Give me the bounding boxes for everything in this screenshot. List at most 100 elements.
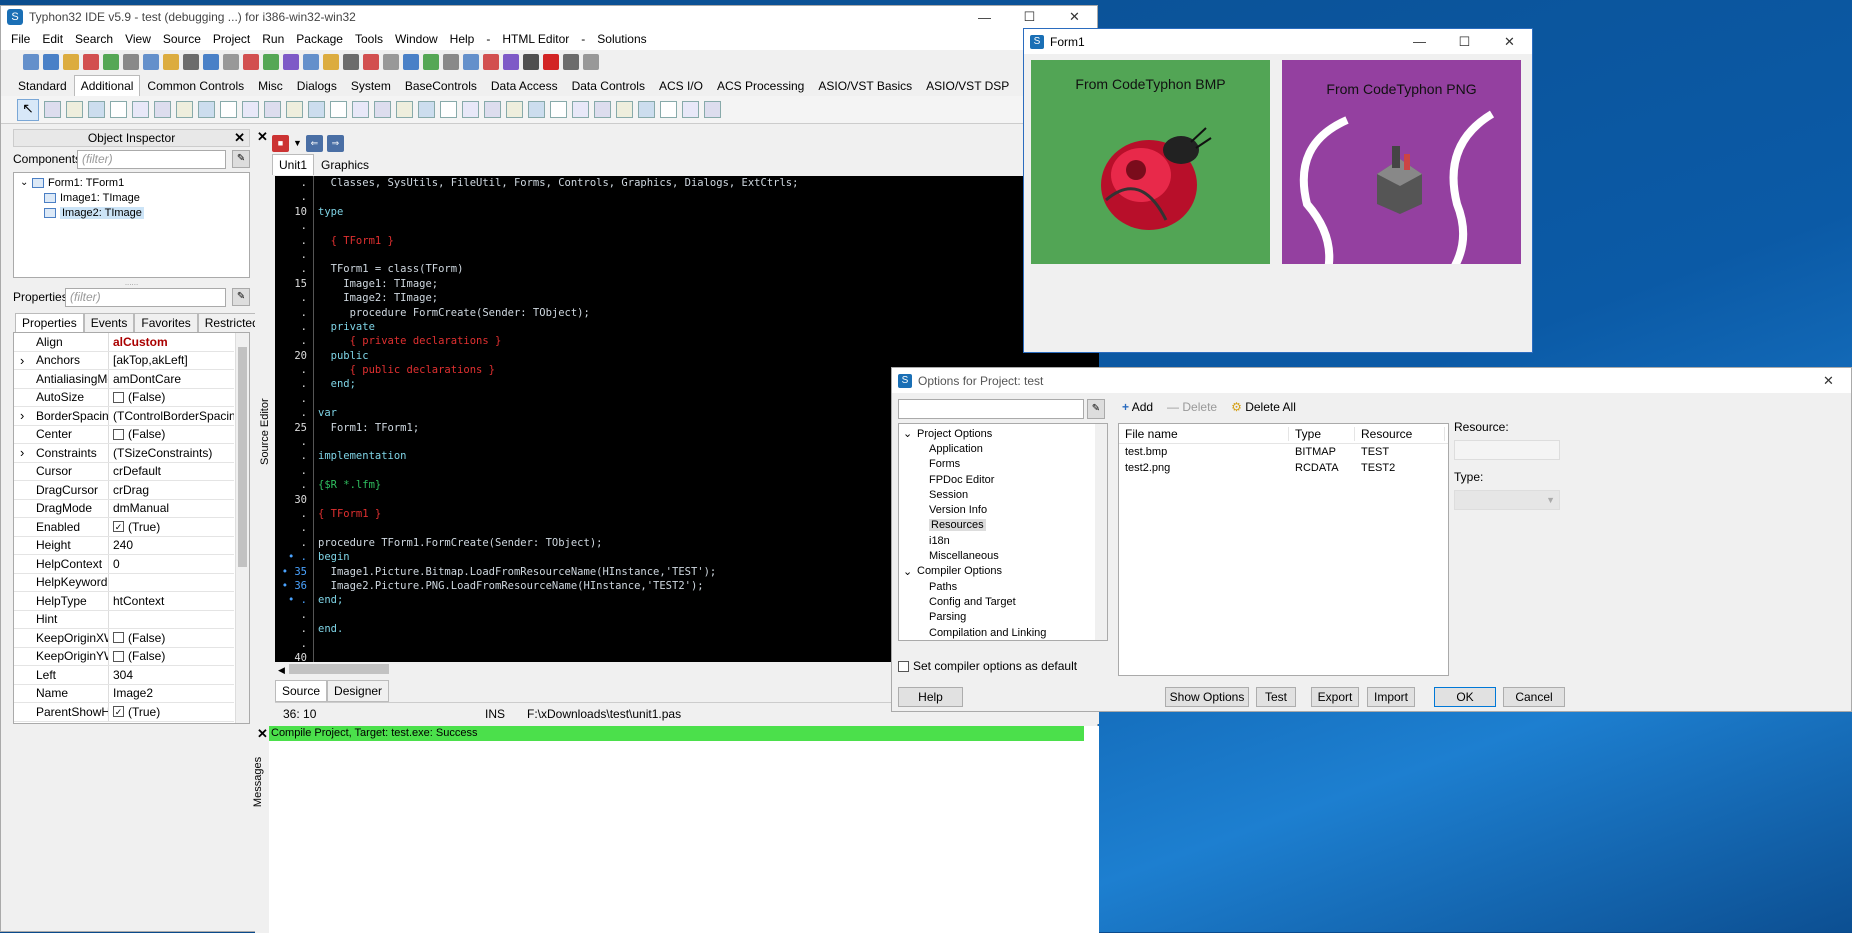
line-text[interactable]: type: [313, 204, 343, 220]
component-icon-27[interactable]: [638, 101, 655, 118]
type-select[interactable]: ▼: [1454, 490, 1560, 510]
toolbar-icon-12[interactable]: [263, 54, 279, 70]
chevron-right-icon[interactable]: ›: [20, 445, 24, 460]
palette-tab-4[interactable]: Dialogs: [290, 75, 344, 96]
property-value[interactable]: (TSizeConstraints): [109, 446, 234, 460]
menu-0[interactable]: File: [5, 32, 36, 46]
property-value[interactable]: ✓ (True): [109, 520, 234, 534]
options-item[interactable]: Compilation and Linking: [899, 625, 1107, 640]
line-text[interactable]: [313, 190, 318, 205]
property-row[interactable]: HelpKeyword: [14, 573, 234, 592]
minimize-button[interactable]: —: [1397, 31, 1442, 53]
line-text[interactable]: { private declarations }: [313, 334, 501, 349]
toolbar-icon-8[interactable]: [183, 54, 199, 70]
property-value[interactable]: Image2: [109, 686, 234, 700]
palette-tab-6[interactable]: BaseControls: [398, 75, 484, 96]
toolbar-icon-18[interactable]: [383, 54, 399, 70]
options-item[interactable]: Config and Target: [899, 594, 1107, 609]
line-text[interactable]: [313, 636, 318, 651]
component-icon-29[interactable]: [682, 101, 699, 118]
component-icon-15[interactable]: [374, 101, 391, 118]
toolbar-icon-15[interactable]: [323, 54, 339, 70]
toolbar-icon-9[interactable]: [203, 54, 219, 70]
property-value[interactable]: (False): [109, 390, 234, 404]
property-row[interactable]: Left 304: [14, 666, 234, 685]
line-text[interactable]: TForm1 = class(TForm): [313, 262, 463, 277]
component-icon-0[interactable]: [44, 101, 61, 118]
line-text[interactable]: var: [313, 406, 337, 421]
property-value[interactable]: ✓ (True): [109, 705, 234, 719]
filter-clear-icon[interactable]: ✎: [232, 288, 250, 306]
line-text[interactable]: {$R *.lfm}: [313, 478, 381, 493]
toolbar-icon-28[interactable]: [583, 54, 599, 70]
toolbar-icon-21[interactable]: [443, 54, 459, 70]
component-icon-24[interactable]: [572, 101, 589, 118]
set-default-checkbox[interactable]: [898, 660, 909, 672]
component-icon-26[interactable]: [616, 101, 633, 118]
property-row[interactable]: Name Image2: [14, 684, 234, 703]
test-button[interactable]: Test: [1256, 687, 1296, 707]
component-icon-28[interactable]: [660, 101, 677, 118]
checkbox[interactable]: ✓: [113, 521, 124, 533]
line-text[interactable]: [313, 650, 318, 662]
property-value[interactable]: alCustom: [109, 335, 234, 349]
property-value[interactable]: (False): [109, 631, 234, 645]
line-text[interactable]: [313, 607, 318, 623]
property-value[interactable]: htContext: [109, 594, 234, 608]
toolbar-icon-16[interactable]: [343, 54, 359, 70]
checkbox[interactable]: [113, 391, 124, 403]
tree-node-1[interactable]: Image1: TImage: [14, 190, 249, 205]
menu-6[interactable]: Run: [256, 32, 290, 46]
toolbar-icon-10[interactable]: [223, 54, 239, 70]
palette-tab-5[interactable]: System: [344, 75, 398, 96]
toolbar-icon-13[interactable]: [283, 54, 299, 70]
line-text[interactable]: Form1: TForm1;: [313, 420, 419, 436]
options-item[interactable]: FPDoc Editor: [899, 472, 1107, 487]
menu-3[interactable]: View: [119, 32, 157, 46]
table-row[interactable]: test.bmp BITMAP TEST: [1119, 444, 1448, 460]
menu-14[interactable]: Solutions: [591, 32, 652, 46]
tree-node-0[interactable]: ⌄ Form1: TForm1: [14, 175, 249, 190]
column-header[interactable]: Type: [1289, 426, 1355, 441]
inspector-tab-2[interactable]: Favorites: [134, 313, 198, 332]
component-icon-12[interactable]: [308, 101, 325, 118]
options-tree-scrollbar[interactable]: [1095, 424, 1107, 640]
toolbar-icon-17[interactable]: [363, 54, 379, 70]
toolbar-icon-22[interactable]: [463, 54, 479, 70]
toolbar-icon-0[interactable]: [23, 54, 39, 70]
options-item[interactable]: Version Info: [899, 502, 1107, 517]
pointer-icon[interactable]: ↖: [17, 98, 39, 121]
property-value[interactable]: dmManual: [109, 501, 234, 515]
component-icon-25[interactable]: [594, 101, 611, 118]
property-value[interactable]: 304: [109, 668, 234, 682]
components-filter-input[interactable]: (filter): [77, 149, 227, 169]
menu-12[interactable]: HTML Editor: [496, 32, 575, 46]
property-value[interactable]: crDefault: [109, 464, 234, 478]
messages-close-icon[interactable]: ✕: [255, 726, 269, 742]
toolbar-icon-2[interactable]: [63, 54, 79, 70]
line-text[interactable]: Image2.Picture.PNG.LoadFromResourceName(…: [313, 578, 704, 594]
line-text[interactable]: [313, 492, 318, 507]
line-text[interactable]: end.: [313, 622, 343, 637]
property-row[interactable]: Hint: [14, 610, 234, 629]
line-text[interactable]: { TForm1 }: [313, 233, 394, 248]
add-button[interactable]: + Add: [1122, 400, 1153, 414]
component-icon-17[interactable]: [418, 101, 435, 118]
toolbar-icon-14[interactable]: [303, 54, 319, 70]
line-text[interactable]: [313, 435, 318, 450]
palette-tab-1[interactable]: Additional: [73, 75, 141, 96]
line-text[interactable]: Classes, SysUtils, FileUtil, Forms, Cont…: [313, 176, 798, 191]
property-row[interactable]: AntialiasingMode amDontCare: [14, 370, 234, 389]
show-options-button[interactable]: Show Options: [1165, 687, 1249, 707]
options-group-0[interactable]: ⌄ Project Options: [899, 426, 1107, 441]
property-value[interactable]: (TControlBorderSpacing): [109, 409, 234, 423]
component-icon-21[interactable]: [506, 101, 523, 118]
property-row[interactable]: KeepOriginXWhenClipped (False): [14, 629, 234, 648]
palette-tab-3[interactable]: Misc: [251, 75, 290, 96]
help-button[interactable]: Help: [898, 687, 963, 707]
palette-tab-0[interactable]: Standard: [11, 75, 74, 96]
component-icon-1[interactable]: [66, 101, 83, 118]
toolbar-icon-11[interactable]: [243, 54, 259, 70]
options-item[interactable]: Forms: [899, 457, 1107, 472]
component-icon-6[interactable]: [176, 101, 193, 118]
